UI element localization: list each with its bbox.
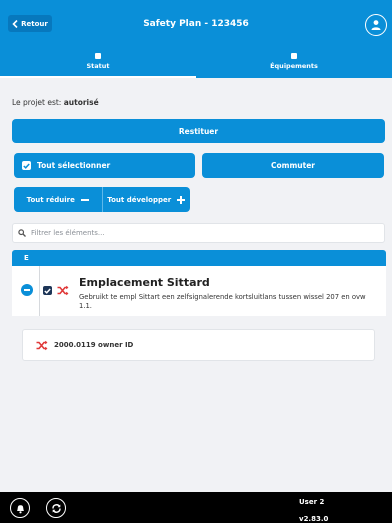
app-version: v2.83.0 [299, 515, 329, 523]
section-label: E [24, 254, 29, 262]
top-bar: Retour Safety Plan - 123456 Statut Équip… [0, 0, 392, 78]
commuter-button[interactable]: Commuter [202, 153, 384, 178]
bottom-bar: User 2 v2.83.0 [0, 492, 392, 523]
check-icon [23, 162, 30, 169]
filter-field[interactable] [12, 223, 385, 243]
select-all-label: Tout sélectionner [37, 161, 111, 170]
collapse-item-button[interactable] [21, 284, 33, 296]
item-title: Emplacement Sittard [79, 276, 210, 289]
item-description: Gebruikt te empl Sittart een zelfsignale… [79, 293, 366, 310]
shuffle-icon [36, 340, 48, 350]
shuffle-icon [57, 285, 69, 296]
bell-icon [16, 504, 24, 513]
item-checkbox[interactable] [43, 286, 52, 295]
user-icon [371, 20, 381, 30]
owner-label: 2000.0119 owner ID [54, 341, 134, 349]
expand-collapse-group: Tout réduire Tout développer [14, 187, 190, 212]
tab-bar: Statut Équipements [0, 44, 392, 78]
divider [39, 266, 40, 316]
section-header[interactable]: E [12, 250, 386, 266]
expand-all-label: Tout développer [107, 195, 172, 204]
collapse-all-label: Tout réduire [26, 195, 75, 204]
minus-icon [80, 198, 89, 201]
tab-equipements[interactable]: Équipements [196, 44, 392, 78]
check-icon [44, 287, 51, 294]
tab-equipements-label: Équipements [270, 61, 318, 70]
page-title: Safety Plan - 123456 [143, 19, 249, 29]
search-icon [18, 229, 26, 237]
user-button[interactable] [365, 14, 387, 36]
filter-input[interactable] [31, 229, 371, 237]
expand-all-button[interactable]: Tout développer [101, 187, 191, 212]
notifications-button[interactable] [10, 498, 30, 518]
project-status: Le projet est: autorisé [12, 98, 99, 107]
owner-card[interactable]: 2000.0119 owner ID [22, 329, 375, 361]
equipment-item: Emplacement Sittard Gebruikt te empl Sit… [12, 266, 386, 316]
sync-button[interactable] [46, 498, 66, 518]
collapse-all-button[interactable]: Tout réduire [14, 187, 102, 212]
tab-statut[interactable]: Statut [0, 44, 196, 78]
restituer-button[interactable]: Restituer [12, 119, 385, 143]
status-icon [95, 52, 101, 59]
equipment-icon [291, 52, 297, 59]
user-name: User 2 [299, 498, 325, 506]
project-status-prefix: Le projet est: [12, 98, 64, 107]
plus-icon [177, 195, 186, 204]
tab-statut-label: Statut [86, 61, 110, 70]
select-all-button[interactable]: Tout sélectionner [14, 153, 195, 178]
select-all-checkbox[interactable] [22, 161, 31, 170]
project-status-value: autorisé [63, 98, 99, 107]
sync-icon [51, 503, 61, 513]
